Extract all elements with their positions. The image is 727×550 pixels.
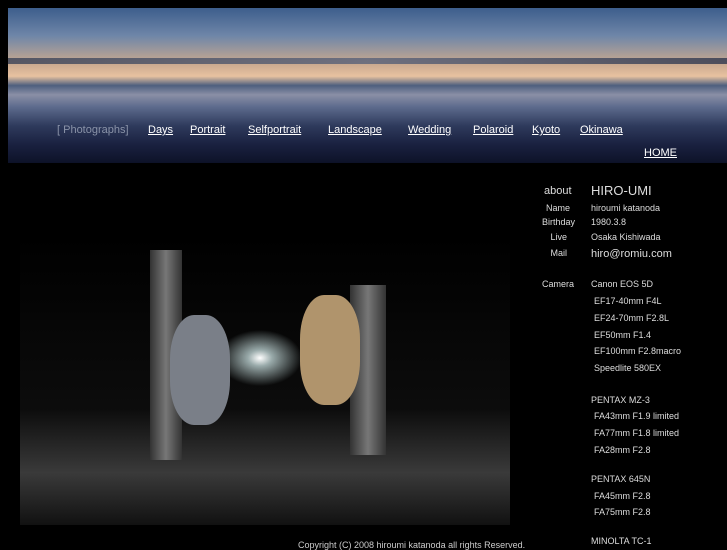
featured-photo (20, 235, 510, 525)
equipment-item: FA45mm F2.8 (594, 491, 651, 501)
nav-wedding[interactable]: Wedding (408, 124, 451, 136)
value-name: hiroumi katanoda (591, 203, 661, 213)
equipment-item: PENTAX 645N (591, 474, 651, 484)
equipment-item: EF24-70mm F2.8L (594, 313, 670, 323)
nav-landscape[interactable]: Landscape (328, 124, 382, 136)
equipment-item: EF100mm F2.8macro (594, 346, 682, 356)
figure-left (170, 315, 230, 425)
horizon (8, 58, 727, 64)
copyright: Copyright (C) 2008 hiroumi katanoda all … (298, 540, 526, 550)
equipment-item: PENTAX MZ-3 (591, 395, 650, 405)
mail-link[interactable]: hiro@romiu.com (591, 248, 672, 260)
equipment-item: Canon EOS 5D (591, 279, 654, 289)
equipment-item: EF50mm F1.4 (594, 330, 652, 340)
nav-selfportrait[interactable]: Selfportrait (248, 124, 301, 136)
value-birthday: 1980.3.8 (591, 217, 627, 227)
value-live: Osaka Kishiwada (591, 232, 661, 242)
nav-portrait[interactable]: Portrait (190, 124, 225, 136)
equipment-item: FA75mm F2.8 (594, 507, 651, 517)
label-mail: Mail (550, 248, 567, 258)
label-live: Live (550, 232, 567, 242)
figure-right (300, 295, 360, 405)
nav-kyoto[interactable]: Kyoto (532, 124, 560, 136)
nav-photographs[interactable]: [ Photographs] (57, 124, 129, 136)
about-heading: about (544, 185, 572, 197)
name-title: HIRO-UMI (591, 183, 652, 198)
nav-okinawa[interactable]: Okinawa (580, 124, 623, 136)
equipment-item: Speedlite 580EX (594, 363, 662, 373)
equipment-item: EF17-40mm F4L (594, 296, 662, 306)
header-banner (8, 8, 727, 163)
nav-polaroid[interactable]: Polaroid (473, 124, 513, 136)
label-birthday: Birthday (541, 217, 575, 227)
equipment-item: FA28mm F2.8 (594, 445, 651, 455)
equipment-item: FA43mm F1.9 limited (594, 411, 680, 421)
home-link[interactable]: HOME (644, 147, 677, 159)
equipment-item: FA77mm F1.8 limited (594, 428, 680, 438)
label-camera: Camera (541, 279, 574, 289)
nav-days[interactable]: Days (148, 124, 173, 136)
label-name: Name (545, 203, 570, 213)
